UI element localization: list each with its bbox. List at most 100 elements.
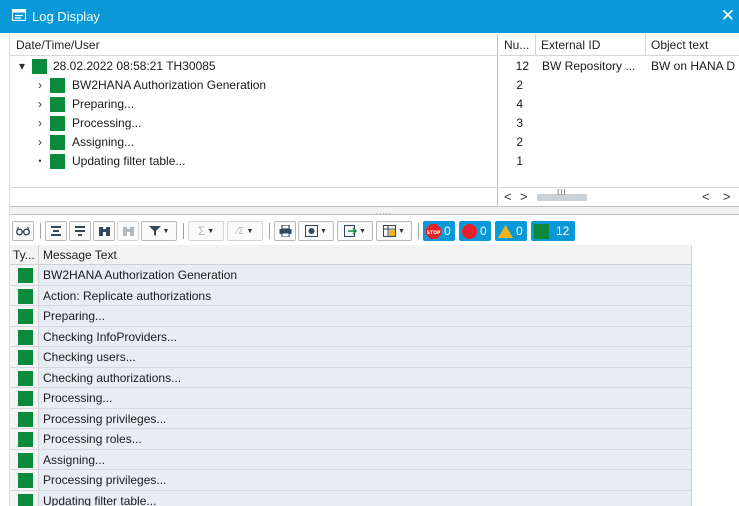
view-button[interactable]: ▼ <box>298 221 334 241</box>
message-list-header: Ty... Message Text <box>10 245 691 265</box>
chevron-right-icon[interactable]: › <box>34 95 46 114</box>
message-text: Checking InfoProviders... <box>43 329 178 344</box>
align-center-icon <box>51 226 61 236</box>
table-row[interactable]: Updating filter table... <box>10 490 691 506</box>
table-row[interactable]: Processing... <box>10 388 691 409</box>
table-row[interactable]: Assigning... <box>10 449 691 470</box>
grid-header: Nu... External ID Object text <box>499 34 739 56</box>
type-cell <box>10 429 39 449</box>
tree-row[interactable]: › Preparing... <box>16 95 486 114</box>
export-button[interactable]: ▼ <box>337 221 373 241</box>
scroll-left-icon[interactable]: < <box>504 189 512 204</box>
pane-splitter[interactable]: ..... <box>10 207 739 216</box>
tree-row[interactable]: • Updating filter table... <box>16 152 486 171</box>
tree-item-label: 28.02.2022 08:58:21 TH30085 <box>53 59 216 73</box>
scroll-left-icon[interactable]: < <box>702 189 710 204</box>
grid-horizontal-scrollbar[interactable]: < > III < > <box>499 187 739 206</box>
tree-horizontal-scrollbar[interactable] <box>10 187 497 206</box>
column-header-message-text[interactable]: Message Text <box>39 245 691 265</box>
message-text: Processing privileges... <box>43 411 167 426</box>
log-display-icon <box>12 9 26 21</box>
title-bar: Log Display ✕ <box>0 0 739 33</box>
funnel-icon <box>148 226 161 236</box>
scroll-right-icon[interactable]: > <box>520 189 528 204</box>
filter-button[interactable]: ▼ <box>141 221 177 241</box>
tree-header[interactable]: Date/Time/User <box>10 34 497 56</box>
success-status-icon <box>18 452 33 468</box>
layout-button[interactable]: ▼ <box>376 221 412 241</box>
grid-row[interactable]: 4 <box>499 95 739 114</box>
toolbar-separator <box>418 223 419 239</box>
table-row[interactable]: Checking users... <box>10 347 691 368</box>
table-row[interactable]: Checking authorizations... <box>10 367 691 388</box>
success-status-icon <box>18 473 33 488</box>
print-button[interactable] <box>274 221 296 241</box>
column-header-number[interactable]: Nu... <box>499 34 536 56</box>
scrollbar-thumb[interactable]: III <box>537 188 587 201</box>
success-status-icon <box>50 116 65 131</box>
stop-messages-counter[interactable]: STOP 0 <box>423 221 455 241</box>
printer-icon <box>279 225 291 237</box>
grid-cell-number: 3 <box>516 116 523 130</box>
column-header-external-id[interactable]: External ID <box>536 34 646 56</box>
dropdown-arrow-icon: ▼ <box>398 227 405 235</box>
success-status-icon <box>18 493 33 506</box>
tree-row[interactable]: › Assigning... <box>16 133 486 152</box>
message-text: Assigning... <box>43 452 106 467</box>
success-status-icon <box>18 432 33 447</box>
error-messages-counter[interactable]: 0 <box>459 221 491 241</box>
message-list: Ty... Message Text BW2HANA Authorization… <box>10 245 691 506</box>
type-cell <box>10 388 39 408</box>
message-text: Preparing... <box>43 309 106 323</box>
sort-ascending-button[interactable] <box>45 221 67 241</box>
glasses-icon <box>16 226 30 236</box>
find-button[interactable] <box>93 221 115 241</box>
splitter-grip: ..... <box>376 207 393 216</box>
column-header-type[interactable]: Ty... <box>10 245 39 265</box>
table-row[interactable]: Action: Replicate authorizations <box>10 285 691 306</box>
grid-row[interactable]: 1 <box>499 152 739 171</box>
grid-row[interactable]: 3 <box>499 114 739 133</box>
message-text: Action: Replicate authorizations <box>43 288 212 303</box>
layout-grid-icon <box>383 225 397 237</box>
chevron-right-icon[interactable]: › <box>34 133 46 152</box>
message-text: Updating filter table... <box>43 493 157 506</box>
table-row[interactable]: Checking InfoProviders... <box>10 326 691 347</box>
table-row[interactable]: Processing privileges... <box>10 470 691 491</box>
tree-row-root[interactable]: ▾ 28.02.2022 08:58:21 TH30085 <box>16 57 486 76</box>
tree-row[interactable]: › Processing... <box>16 114 486 133</box>
warning-messages-counter[interactable]: 0 <box>495 221 527 241</box>
tree-row[interactable]: › BW2HANA Authorization Generation <box>16 76 486 95</box>
dropdown-arrow-icon: ▼ <box>359 227 366 235</box>
grid-row[interactable]: 2 <box>499 133 739 152</box>
chevron-down-icon[interactable]: ▾ <box>16 57 28 76</box>
success-status-icon <box>50 135 65 150</box>
success-status-icon <box>32 59 47 74</box>
success-status-icon <box>18 268 33 283</box>
message-text: BW2HANA Authorization Generation <box>43 268 238 282</box>
scrollbar-grip: III <box>557 188 567 197</box>
close-icon[interactable]: ✕ <box>721 6 735 26</box>
detail-button[interactable] <box>12 221 34 241</box>
type-cell <box>10 326 39 346</box>
sort-descending-button[interactable] <box>69 221 91 241</box>
success-messages-counter[interactable]: 12 <box>531 221 576 241</box>
type-cell <box>10 347 39 367</box>
table-row[interactable]: Processing roles... <box>10 429 691 450</box>
chevron-right-icon[interactable]: › <box>34 76 46 95</box>
table-row[interactable]: BW2HANA Authorization Generation <box>10 265 691 286</box>
toolbar-separator <box>40 223 41 239</box>
message-text: Processing roles... <box>43 432 142 446</box>
binoculars-icon <box>98 227 110 236</box>
table-row[interactable]: Preparing... <box>10 306 691 327</box>
subtotal-button[interactable]: ⁄Σ ▼ <box>227 221 263 241</box>
find-next-button[interactable] <box>117 221 139 241</box>
scroll-right-icon[interactable]: > <box>723 189 731 204</box>
grid-row[interactable]: 12 BW Repository ... BW on HANA D <box>499 57 739 76</box>
table-row[interactable]: Processing privileges... <box>10 408 691 429</box>
grid-cell-object-text: BW on HANA D <box>651 59 736 73</box>
total-button[interactable]: Σ ▼ <box>188 221 224 241</box>
column-header-object-text[interactable]: Object text <box>646 34 739 56</box>
grid-row[interactable]: 2 <box>499 76 739 95</box>
chevron-right-icon[interactable]: › <box>34 114 46 133</box>
